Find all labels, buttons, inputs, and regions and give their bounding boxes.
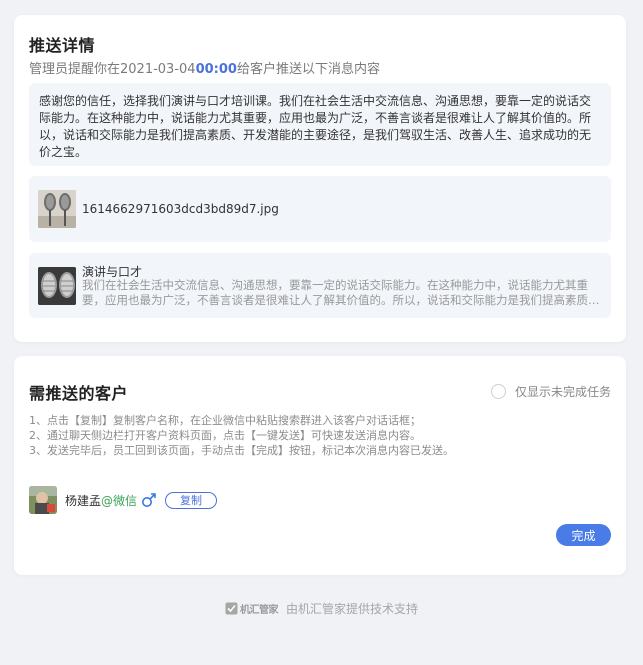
image-message[interactable]: 1614662971603dcd3bd89d7.jpg <box>29 176 611 242</box>
text-message: 感谢您的信任，选择我们演讲与口才培训课。我们在社会生活中交流信息、沟通思想，要靠… <box>29 83 611 166</box>
push-detail-title: 推送详情 <box>29 36 96 55</box>
customers-title: 需推送的客户 <box>29 384 129 403</box>
avatar <box>29 486 57 514</box>
subtitle-suffix: 给客户推送以下消息内容 <box>236 62 380 77</box>
customer-name: 杨建孟 <box>65 493 102 508</box>
footer: 机汇管家 由机汇管家提供技术支持 <box>0 600 643 617</box>
instructions: 1、点击【复制】复制客户名称，在企业微信中粘贴搜索群进入该客户对话话框； 2、通… <box>29 413 609 458</box>
image-file-name[interactable]: 1614662971603dcd3bd89d7.jpg <box>82 202 279 216</box>
text-message-content: 感谢您的信任，选择我们演讲与口才培训课。我们在社会生活中交流信息、沟通思想，要靠… <box>39 94 592 159</box>
microphone-photo-icon <box>38 267 76 305</box>
instruction-line: 2、通过聊天侧边栏打开客户资料页面，点击【一键发送】可快速发送消息内容。 <box>29 429 421 442</box>
brand-name: 机汇管家 <box>239 605 279 616</box>
copy-button[interactable]: 复制 <box>165 491 218 509</box>
instruction-line: 1、点击【复制】复制客户名称，在企业微信中粘贴搜索群进入该客户对话话框； <box>29 414 421 427</box>
image-thumbnail[interactable] <box>38 190 76 228</box>
link-description: 我们在社会生活中交流信息、沟通思想，要靠一定的说话交际能力。在这种能力中，说话能… <box>82 278 600 307</box>
push-detail-card: 推送详情 管理员提醒你在2021-03-0400:00给客户推送以下消息内容 感… <box>14 15 626 342</box>
avatar-photo-icon <box>29 486 57 514</box>
brand-logo: 机汇管家 <box>225 601 278 616</box>
microphone-photo-icon <box>38 190 76 228</box>
radio-icon[interactable] <box>490 384 506 399</box>
filter-label[interactable]: 仅显示未完成任务 <box>515 383 611 400</box>
male-icon <box>142 493 156 507</box>
link-thumbnail[interactable] <box>38 267 76 305</box>
customer-row: 杨建孟 @微信 复制 <box>29 486 218 514</box>
customer-source: @微信 <box>101 493 138 508</box>
footer-text: 由机汇管家提供技术支持 <box>285 602 418 616</box>
link-message[interactable]: 演讲与口才 我们在社会生活中交流信息、沟通思想，要靠一定的说话交际能力。在这种能… <box>29 253 611 318</box>
push-detail-subtitle: 管理员提醒你在2021-03-0400:00给客户推送以下消息内容 <box>29 58 380 77</box>
subtitle-time: 00:00 <box>195 62 237 77</box>
unfinished-only-filter[interactable]: 仅显示未完成任务 <box>490 383 611 400</box>
subtitle-prefix: 管理员提醒你在2021-03-04 <box>29 62 196 77</box>
customers-card: 需推送的客户 仅显示未完成任务 1、点击【复制】复制客户名称，在企业微信中粘贴搜… <box>14 356 626 575</box>
instruction-line: 3、发送完毕后，员工回到该页面，手动点击【完成】按钮，标记本次消息内容已发送。 <box>29 444 454 457</box>
check-shield-icon <box>225 602 238 615</box>
done-button[interactable]: 完成 <box>556 524 611 546</box>
